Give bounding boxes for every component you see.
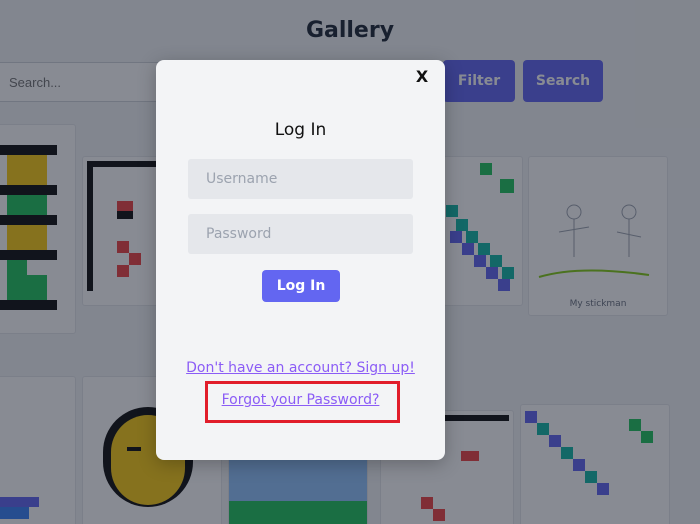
highlight-box — [205, 381, 400, 423]
password-field[interactable] — [188, 214, 413, 254]
username-field[interactable] — [188, 159, 413, 199]
close-button[interactable]: X — [414, 67, 430, 87]
login-button[interactable]: Log In — [262, 270, 340, 302]
login-modal: X Log In Log In Don't have an account? S… — [156, 60, 445, 460]
modal-title: Log In — [274, 120, 327, 140]
signup-link[interactable]: Don't have an account? Sign up! — [156, 360, 445, 376]
